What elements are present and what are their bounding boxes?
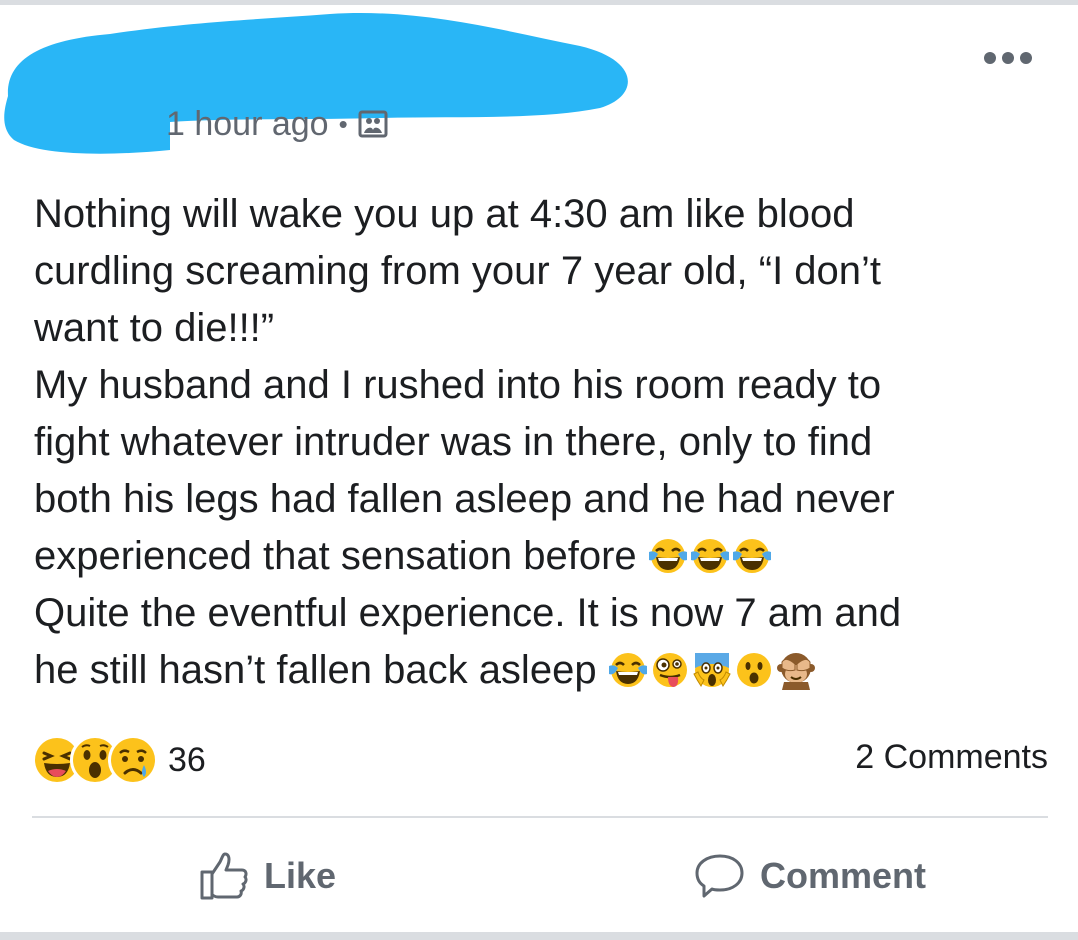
post-text-line: My husband and I rushed into his room re… [34, 357, 1044, 414]
comment-button[interactable]: Comment [694, 848, 926, 904]
post-text-line-text: curdling screaming from your 7 year old,… [34, 249, 882, 293]
post-text-line-text: both his legs had fallen asleep and he h… [34, 477, 895, 521]
tears-of-joy-emoji [648, 536, 688, 576]
zany-face-emoji [650, 650, 690, 690]
post-text-line: Nothing will wake you up at 4:30 am like… [34, 186, 1044, 243]
post-text-line: curdling screaming from your 7 year old,… [34, 243, 1044, 300]
more-dots-icon[interactable] [984, 48, 1032, 68]
post-text-line-text: experienced that sensation before [34, 534, 648, 578]
timestamp[interactable]: 1 hour ago [166, 105, 329, 144]
comments-count[interactable]: 2 Comments [855, 738, 1048, 777]
post-text-line: he still hasn’t fallen back asleep [34, 642, 1044, 699]
see-no-evil-monkey-emoji [776, 650, 816, 690]
post-text-line: want to die!!!” [34, 300, 1044, 357]
post-text-line: experienced that sensation before [34, 528, 1044, 585]
screaming-face-emoji [692, 650, 732, 690]
post-text-line-text: My husband and I rushed into his room re… [34, 363, 882, 407]
divider [32, 816, 1048, 818]
post-text-line: fight whatever intruder was in there, on… [34, 414, 1044, 471]
astonished-face-emoji [734, 650, 774, 690]
meta-separator: • [338, 109, 348, 139]
post-text-line-text: fight whatever intruder was in there, on… [34, 420, 873, 464]
speech-bubble-icon [694, 850, 746, 902]
tears-of-joy-emoji [608, 650, 648, 690]
post-text-line-text: want to die!!!” [34, 306, 275, 350]
thumbs-up-icon [198, 850, 250, 902]
post-text-line-text: he still hasn’t fallen back asleep [34, 648, 608, 692]
reactions-summary[interactable]: 36 [32, 735, 206, 785]
post-text-line: Quite the eventful experience. It is now… [34, 585, 1044, 642]
like-label: Like [264, 855, 337, 896]
post-text: Nothing will wake you up at 4:30 am like… [34, 186, 1044, 699]
image-icon[interactable] [358, 109, 388, 139]
post-text-line-text: Nothing will wake you up at 4:30 am like… [34, 192, 855, 236]
comment-label: Comment [760, 855, 927, 896]
reaction-count: 36 [168, 740, 206, 779]
like-button[interactable]: Like [198, 848, 336, 904]
sad-reaction-icon [108, 735, 158, 785]
tears-of-joy-emoji [690, 536, 730, 576]
post-meta: 1 hour ago • [166, 102, 388, 146]
post-text-line: both his legs had fallen asleep and he h… [34, 471, 1044, 528]
bottom-border [0, 932, 1078, 940]
tears-of-joy-emoji [732, 536, 772, 576]
post-text-line-text: Quite the eventful experience. It is now… [34, 591, 902, 635]
